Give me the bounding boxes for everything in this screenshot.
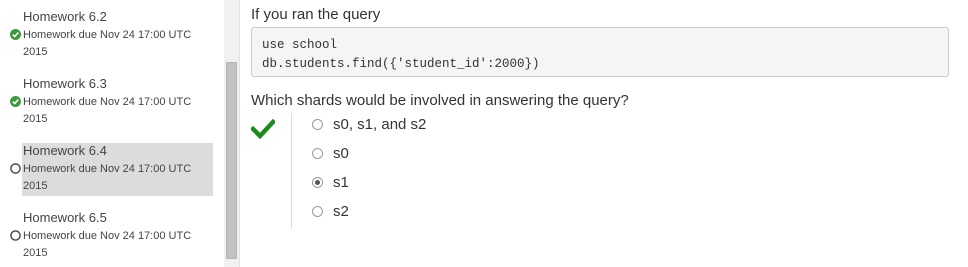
radio-button[interactable] (312, 148, 323, 159)
options-divider (291, 113, 292, 229)
sidebar-item-due: Homework due Nov 24 17:00 UTC 2015 (23, 163, 192, 192)
incomplete-circle-icon (10, 163, 21, 174)
incomplete-circle-icon (10, 230, 21, 241)
code-line: db.students.find({'student_id':2000}) (262, 57, 540, 71)
sidebar-item-due: Homework due Nov 24 17:00 UTC 2015 (23, 29, 192, 58)
sidebar-item-homework-6-2[interactable]: Homework 6.2 Homework due Nov 24 17:00 U… (0, 9, 213, 62)
homework-sidebar: Homework 6.2 Homework due Nov 24 17:00 U… (0, 0, 224, 267)
radio-button[interactable] (312, 119, 323, 130)
option-label[interactable]: s2 (333, 203, 349, 220)
sidebar-item-title: Homework 6.5 (23, 210, 107, 225)
code-block: use school db.students.find({'student_id… (251, 27, 949, 77)
problem-panel: If you ran the query use school db.stude… (241, 0, 968, 267)
sidebar-item-title: Homework 6.2 (23, 9, 107, 24)
complete-check-icon (10, 96, 21, 107)
sidebar-item-due: Homework due Nov 24 17:00 UTC 2015 (23, 96, 192, 125)
option-label[interactable]: s0 (333, 145, 349, 162)
radio-button[interactable] (312, 206, 323, 217)
sidebar-item-homework-6-4[interactable]: Homework 6.4 Homework due Nov 24 17:00 U… (0, 143, 213, 196)
code-line: use school (262, 38, 338, 52)
sidebar-item-homework-6-3[interactable]: Homework 6.3 Homework due Nov 24 17:00 U… (0, 76, 213, 129)
sidebar-item-homework-6-5[interactable]: Homework 6.5 Homework due Nov 24 17:00 U… (0, 210, 213, 263)
sidebar-item-due: Homework due Nov 24 17:00 UTC 2015 (23, 230, 192, 259)
scrollbar-thumb[interactable] (226, 62, 237, 259)
option-label[interactable]: s0, s1, and s2 (333, 116, 426, 133)
option-label[interactable]: s1 (333, 174, 349, 191)
problem-prompt: If you ran the query (251, 6, 381, 23)
sidebar-item-title: Homework 6.4 (23, 143, 107, 158)
question-text: Which shards would be involved in answer… (251, 92, 629, 109)
complete-check-icon (10, 29, 21, 40)
check-icon (251, 119, 275, 139)
sidebar-item-title: Homework 6.3 (23, 76, 107, 91)
sidebar-scrollbar[interactable] (224, 0, 240, 267)
radio-button-selected[interactable] (312, 177, 323, 188)
